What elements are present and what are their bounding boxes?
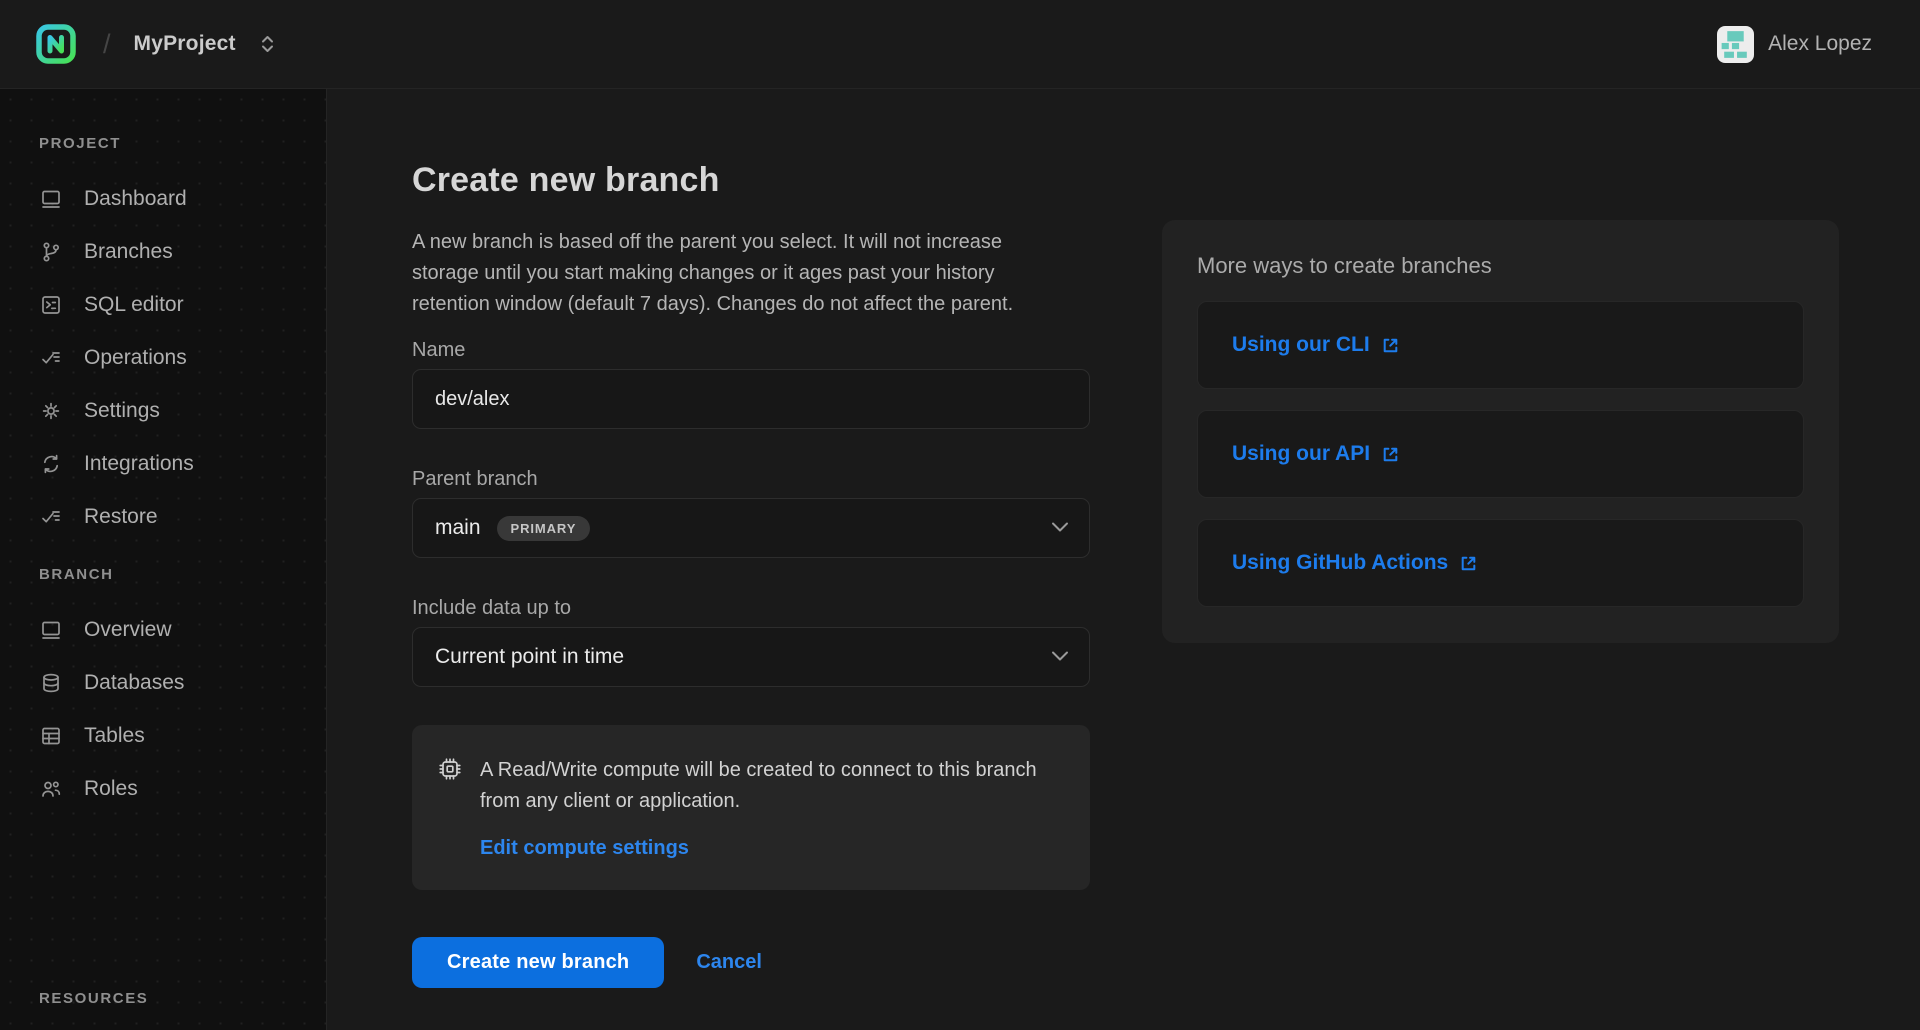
external-link-icon xyxy=(1459,554,1478,573)
sidebar-section-resources: RESOURCES xyxy=(39,991,326,1006)
chevron-down-icon xyxy=(1051,650,1069,662)
more-ways-panel: More ways to create branches Using our C… xyxy=(1162,220,1839,643)
sidebar-item-label: Branches xyxy=(84,240,173,264)
external-link-icon xyxy=(1381,445,1400,464)
main-content: Create new branch A new branch is based … xyxy=(327,89,1920,1030)
sidebar-gap xyxy=(39,543,326,567)
user-name: Alex Lopez xyxy=(1768,32,1872,56)
sidebar-item-settings[interactable]: Settings xyxy=(39,384,326,437)
sidebar-item-label: Tables xyxy=(84,724,145,748)
dashboard-icon xyxy=(39,187,63,211)
chevron-down-icon xyxy=(1051,521,1069,533)
terminal-icon xyxy=(39,293,63,317)
edit-compute-settings-link[interactable]: Edit compute settings xyxy=(480,837,689,860)
cpu-chip-icon xyxy=(436,755,464,817)
sidebar-item-label: Restore xyxy=(84,505,158,529)
using-cli-link[interactable]: Using our CLI xyxy=(1232,333,1400,357)
topbar: / MyProject Alex Lopez xyxy=(0,0,1920,89)
project-switcher[interactable]: MyProject xyxy=(134,32,275,56)
external-link-icon xyxy=(1381,336,1400,355)
sidebar-item-overview[interactable]: Overview xyxy=(39,603,326,656)
include-data-select[interactable]: Current point in time xyxy=(412,627,1090,687)
api-card: Using our API xyxy=(1197,410,1804,498)
checklist-icon xyxy=(39,346,63,370)
sidebar-item-sql-editor[interactable]: SQL editor xyxy=(39,278,326,331)
parent-branch-label: Parent branch xyxy=(412,467,1090,491)
database-icon xyxy=(39,671,63,695)
compute-info-box: A Read/Write compute will be created to … xyxy=(412,725,1090,890)
using-github-actions-link[interactable]: Using GitHub Actions xyxy=(1232,551,1478,575)
sidebar-item-dashboard[interactable]: Dashboard xyxy=(39,172,326,225)
user-menu[interactable]: Alex Lopez xyxy=(1717,26,1872,63)
neon-logo-icon xyxy=(36,24,76,64)
sidebar: PROJECT Dashboard Branches xyxy=(0,89,327,1030)
compute-info-text: A Read/Write compute will be created to … xyxy=(480,755,1052,817)
name-label: Name xyxy=(412,338,1090,362)
neon-logo[interactable] xyxy=(36,24,76,64)
page-title: Create new branch xyxy=(412,160,1090,201)
parent-branch-value: main xyxy=(435,516,481,540)
using-cli-link-label: Using our CLI xyxy=(1232,333,1370,357)
breadcrumb-separator: / xyxy=(103,29,111,60)
gear-icon xyxy=(39,399,63,423)
sidebar-item-label: Integrations xyxy=(84,452,194,476)
more-ways-cards: Using our CLI Using our API xyxy=(1197,301,1804,607)
avatar xyxy=(1717,26,1754,63)
sidebar-item-label: Settings xyxy=(84,399,160,423)
shell: PROJECT Dashboard Branches xyxy=(0,89,1920,1030)
overview-icon xyxy=(39,618,63,642)
topbar-left: / MyProject xyxy=(36,24,275,64)
users-icon xyxy=(39,777,63,801)
sidebar-item-databases[interactable]: Databases xyxy=(39,656,326,709)
sidebar-item-integrations[interactable]: Integrations xyxy=(39,437,326,490)
cli-card: Using our CLI xyxy=(1197,301,1804,389)
sidebar-item-branches[interactable]: Branches xyxy=(39,225,326,278)
sidebar-item-operations[interactable]: Operations xyxy=(39,331,326,384)
using-api-link[interactable]: Using our API xyxy=(1232,442,1400,466)
parent-branch-select[interactable]: main PRIMARY xyxy=(412,498,1090,558)
primary-badge: PRIMARY xyxy=(497,516,591,541)
sidebar-item-restore[interactable]: Restore xyxy=(39,490,326,543)
sidebar-item-label: Roles xyxy=(84,777,138,801)
git-branch-icon xyxy=(39,240,63,264)
include-data-label: Include data up to xyxy=(412,596,1090,620)
sidebar-item-label: SQL editor xyxy=(84,293,184,317)
create-branch-button[interactable]: Create new branch xyxy=(412,937,664,988)
sidebar-section-project: PROJECT xyxy=(39,136,326,151)
more-ways-title: More ways to create branches xyxy=(1197,252,1804,279)
table-icon xyxy=(39,724,63,748)
sidebar-item-label: Overview xyxy=(84,618,172,642)
cancel-button[interactable]: Cancel xyxy=(696,951,762,974)
sidebar-item-label: Dashboard xyxy=(84,187,187,211)
sidebar-section-branch: BRANCH xyxy=(39,567,326,582)
page-description: A new branch is based off the parent you… xyxy=(412,227,1074,320)
branch-name-input[interactable] xyxy=(412,369,1090,429)
github-actions-card: Using GitHub Actions xyxy=(1197,519,1804,607)
sidebar-item-tables[interactable]: Tables xyxy=(39,709,326,762)
chevron-expand-icon xyxy=(260,34,275,54)
using-github-actions-link-label: Using GitHub Actions xyxy=(1232,551,1448,575)
using-api-link-label: Using our API xyxy=(1232,442,1370,466)
restore-checklist-icon xyxy=(39,505,63,529)
include-data-value: Current point in time xyxy=(435,645,624,669)
sidebar-item-label: Databases xyxy=(84,671,184,695)
sidebar-item-label: Operations xyxy=(84,346,187,370)
form-actions: Create new branch Cancel xyxy=(412,937,1090,988)
create-branch-form: Create new branch A new branch is based … xyxy=(412,160,1090,988)
sync-icon xyxy=(39,452,63,476)
project-name: MyProject xyxy=(134,32,236,56)
sidebar-item-roles[interactable]: Roles xyxy=(39,762,326,815)
